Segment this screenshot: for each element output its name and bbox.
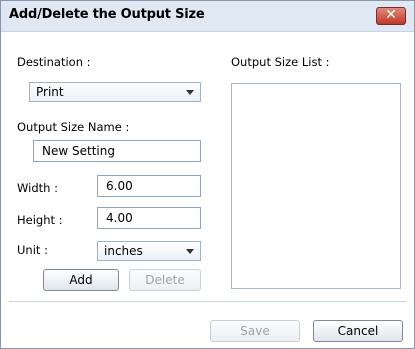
chevron-down-icon	[186, 90, 194, 95]
divider	[9, 301, 406, 302]
output-size-name-label: Output Size Name :	[17, 120, 130, 134]
add-button[interactable]: Add	[43, 269, 119, 291]
height-input[interactable]: 4.00	[97, 207, 201, 229]
close-icon: ✕	[385, 7, 397, 23]
save-button[interactable]: Save	[210, 320, 300, 342]
unit-select[interactable]: inches	[97, 241, 201, 261]
destination-value: Print	[36, 85, 64, 99]
output-size-list-label: Output Size List :	[231, 55, 330, 69]
cancel-button[interactable]: Cancel	[313, 320, 403, 342]
close-button[interactable]: ✕	[376, 7, 406, 25]
unit-label: Unit :	[17, 243, 48, 257]
destination-label: Destination :	[17, 55, 91, 69]
title-bar: Add/Delete the Output Size ✕	[1, 1, 414, 32]
width-input[interactable]: 6.00	[97, 175, 201, 197]
dialog-body: Destination : Print Output Size Name : N…	[1, 32, 414, 348]
height-label: Height :	[17, 213, 63, 227]
unit-value: inches	[104, 244, 143, 258]
output-size-name-input[interactable]: New Setting	[33, 140, 201, 162]
dialog-title: Add/Delete the Output Size	[9, 7, 205, 22]
add-delete-output-size-dialog: Add/Delete the Output Size ✕ Destination…	[0, 0, 415, 349]
width-label: Width :	[17, 181, 58, 195]
chevron-down-icon	[186, 249, 194, 254]
output-size-list[interactable]	[231, 83, 401, 289]
delete-button[interactable]: Delete	[129, 269, 201, 291]
destination-select[interactable]: Print	[29, 82, 201, 102]
